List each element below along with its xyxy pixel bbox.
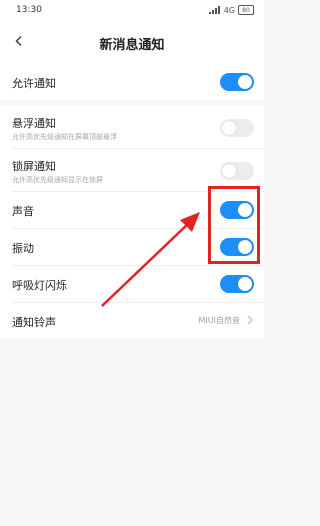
annotation-arrow xyxy=(101,212,200,307)
